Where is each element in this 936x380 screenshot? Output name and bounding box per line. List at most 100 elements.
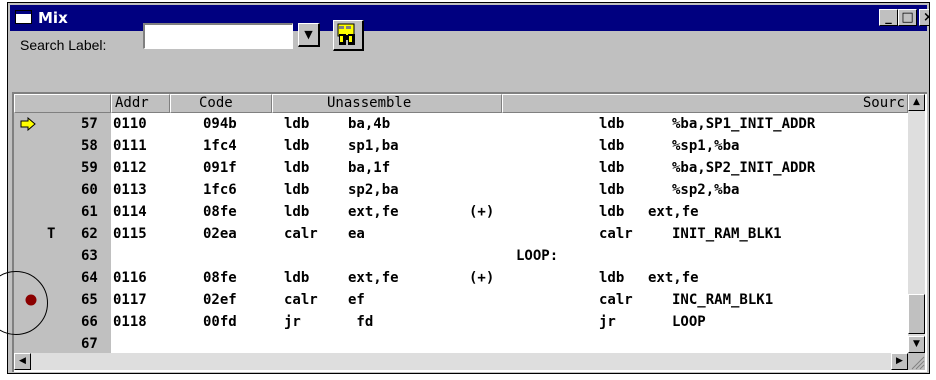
line-number: 59 (81, 160, 98, 176)
window-icon (15, 10, 32, 24)
scroll-right-button[interactable]: ▶ (891, 353, 908, 370)
code-cell: 02ea (203, 226, 237, 242)
line-number: 57 (81, 116, 98, 132)
disassembly-rows: 57 0110 094b ldb ba,4b ldb %ba,SP1_INIT_ADDR 58… (14, 113, 908, 353)
resize-grip-icon (911, 356, 925, 370)
line-number: 60 (81, 182, 98, 198)
mix-window: Mix _ □ × Search Label: ▼ Addr Code Unas… (7, 2, 930, 374)
code-cell: 1fc6 (203, 182, 237, 198)
mnemonic-cell: calr (284, 226, 318, 242)
header-code[interactable]: Code (170, 94, 272, 113)
source-arg-cell: %sp1,%ba (672, 138, 740, 154)
vertical-scroll-thumb[interactable] (908, 294, 925, 334)
mnemonic-cell: ldb (284, 116, 310, 132)
code-cell: 094b (203, 116, 237, 132)
vertical-scrollbar[interactable]: ▲ ▼ (908, 94, 925, 353)
source-arg-cell: %ba,SP2_INIT_ADDR (672, 160, 816, 176)
table-row[interactable]: 67 (14, 333, 908, 353)
addr-cell: 0115 (113, 226, 147, 242)
source-op-cell: ldb (599, 160, 625, 176)
line-number: 63 (81, 248, 98, 264)
search-label: Search Label: (20, 37, 107, 53)
table-row[interactable]: 59 0112 091f ldb ba,1f ldb %ba,SP2_INIT_ADDR (14, 157, 908, 179)
source-op-cell: ldb (599, 138, 625, 154)
search-button[interactable] (333, 20, 364, 51)
line-number: 61 (81, 204, 98, 220)
mnemonic-cell: ldb (284, 160, 310, 176)
close-button[interactable]: × (919, 9, 929, 26)
addr-cell: 0110 (113, 116, 147, 132)
horizontal-scrollbar[interactable]: ◀ ▶ (14, 353, 908, 370)
table-row[interactable]: 60 0113 1fc6 ldb sp2,ba ldb %sp2,%ba (14, 179, 908, 201)
source-arg-cell: INC_RAM_BLK1 (672, 292, 774, 308)
source-arg-cell: INIT_RAM_BLK1 (672, 226, 782, 242)
line-number: 62 (81, 226, 98, 242)
header-gutter (14, 94, 111, 113)
code-cell: 08fe (203, 204, 237, 220)
source-arg-cell: %sp2,%ba (672, 182, 740, 198)
source-op-cell: ldb (599, 182, 625, 198)
line-number: 66 (81, 314, 98, 330)
mnemonic-cell: ldb (284, 138, 310, 154)
scroll-up-button[interactable]: ▲ (908, 94, 925, 111)
table-row[interactable]: 63 LOOP: (14, 245, 908, 267)
line-number: 58 (81, 138, 98, 154)
search-input[interactable] (143, 23, 293, 49)
binoculars-icon (337, 23, 355, 45)
source-op-cell: calr (599, 226, 633, 242)
code-cell: 091f (203, 160, 237, 176)
column-header: Addr Code Unassemble Sourc (14, 94, 908, 113)
mnemonic-cell: ldb (284, 204, 310, 220)
addr-cell: 0118 (113, 314, 147, 330)
source-op-cell: ldb (599, 116, 625, 132)
table-row[interactable]: 65 0117 02ef calr ef calr INC_RAM_BLK1 (14, 289, 908, 311)
search-dropdown-button[interactable]: ▼ (298, 23, 320, 47)
operand-cell: ef (348, 292, 365, 308)
table-row[interactable]: T 62 0115 02ea calr ea calr INIT_RAM_BLK1 (14, 223, 908, 245)
operand-cell: sp1,ba (348, 138, 399, 154)
header-source[interactable]: Sourc (502, 94, 908, 113)
table-row[interactable]: 61 0114 08fe ldb ext,fe (+) ldb ext,fe (14, 201, 908, 223)
mnemonic-cell: ldb (284, 270, 310, 286)
table-row[interactable]: 57 0110 094b ldb ba,4b ldb %ba,SP1_INIT_ADDR (14, 113, 908, 135)
label-cell: LOOP: (516, 248, 559, 264)
mnemonic-cell: ldb (284, 182, 310, 198)
mnemonic-cell: calr (284, 292, 318, 308)
code-cell: 1fc4 (203, 138, 237, 154)
operand-extra-cell: (+) (469, 270, 495, 286)
line-number: 65 (81, 292, 98, 308)
addr-cell: 0112 (113, 160, 147, 176)
line-number: 67 (81, 336, 98, 352)
disassembly-view[interactable]: Addr Code Unassemble Sourc 57 0110 094b ldb… (12, 92, 927, 372)
table-row[interactable]: 58 0111 1fc4 ldb sp1,ba ldb %sp1,%ba (14, 135, 908, 157)
header-addr[interactable]: Addr (111, 94, 170, 113)
operand-cell: ext,fe (348, 270, 399, 286)
scroll-down-button[interactable]: ▼ (908, 336, 925, 353)
source-arg-cell: ext,fe (648, 204, 699, 220)
scroll-left-button[interactable]: ◀ (14, 353, 31, 370)
addr-cell: 0116 (113, 270, 147, 286)
resize-grip[interactable] (908, 353, 925, 370)
addr-cell: 0114 (113, 204, 147, 220)
addr-cell: 0117 (113, 292, 147, 308)
table-row[interactable]: 66 0118 00fd jr fd jr LOOP (14, 311, 908, 333)
source-arg-cell: LOOP (672, 314, 706, 330)
header-unassemble[interactable]: Unassemble (272, 94, 502, 113)
addr-cell: 0113 (113, 182, 147, 198)
source-op-cell: jr (599, 314, 616, 330)
minimize-button[interactable]: _ (879, 9, 898, 26)
operand-cell: ext,fe (348, 204, 399, 220)
operand-extra-cell: (+) (469, 204, 495, 220)
trace-marker: T (47, 226, 56, 242)
source-arg-cell: ext,fe (648, 270, 699, 286)
operand-cell: fd (348, 314, 374, 330)
operand-cell: ba,1f (348, 160, 391, 176)
addr-cell: 0111 (113, 138, 147, 154)
table-row[interactable]: 64 0116 08fe ldb ext,fe (+) ldb ext,fe (14, 267, 908, 289)
code-cell: 02ef (203, 292, 237, 308)
mnemonic-cell: jr (284, 314, 301, 330)
line-number: 64 (81, 270, 98, 286)
operand-cell: sp2,ba (348, 182, 399, 198)
maximize-button[interactable]: □ (898, 9, 917, 26)
code-cell: 00fd (203, 314, 237, 330)
